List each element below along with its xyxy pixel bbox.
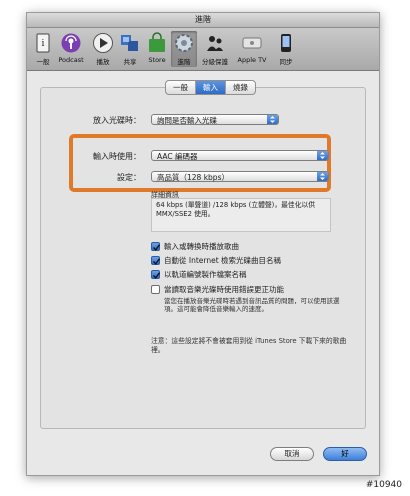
checkbox-play-songs[interactable]: 輸入或轉換時播放歌曲	[151, 241, 239, 252]
checkbox-label: 自動從 Internet 檢索光碟曲目名稱	[164, 256, 282, 265]
checkbox-label: 以軌道編號製作檔案名稱	[164, 270, 247, 279]
advanced-gear-icon	[175, 34, 193, 52]
ok-button[interactable]: 好	[323, 447, 367, 461]
setting-value: 高品質（128 kbps）	[157, 173, 229, 182]
checkbox-label: 當讀取音樂光碟時使用錯誤更正功能	[164, 285, 284, 294]
toolbar-parental[interactable]: 分級保護	[199, 31, 231, 67]
insert-cd-label: 放入光碟時：	[93, 116, 141, 125]
error-correction-note: 當您在播放音樂光碟時若遇到音訊品質的問題，可以使用該選項。這可能會降低音樂輸入的…	[164, 297, 340, 313]
toolbar-general[interactable]: i 一般	[30, 31, 56, 67]
footer-note: 注意：這些設定將不會被套用到從 iTunes Store 下載下來的歌曲裡。	[151, 337, 347, 354]
sharing-icon	[121, 35, 138, 51]
parental-icon	[207, 36, 223, 51]
podcast-icon	[61, 33, 81, 53]
toolbar-label: 共享	[123, 58, 137, 66]
setting-label: 設定：	[117, 173, 141, 182]
sync-icon	[281, 34, 291, 52]
tab-burning[interactable]: 燒錄	[226, 81, 255, 94]
import-using-popup[interactable]: AAC 編碼器	[151, 150, 329, 161]
toolbar-label: Apple TV	[237, 56, 267, 64]
import-using-label: 輸入時使用：	[93, 152, 141, 161]
checkbox-error-correction[interactable]: 當讀取音樂光碟時使用錯誤更正功能	[151, 284, 284, 295]
checkbox-checked[interactable]	[151, 242, 161, 251]
checkbox-checked[interactable]	[151, 270, 161, 279]
details-text: 64 kbps (單聲道) /128 kbps (立體聲)，最佳化以供 MMX/…	[156, 201, 316, 218]
popup-arrows-icon	[317, 151, 328, 160]
toolbar-label: 一般	[36, 58, 50, 66]
checkbox-label: 輸入或轉換時播放歌曲	[164, 242, 239, 251]
toolbar-label: 播放	[96, 58, 110, 66]
insert-cd-value: 詢問是否輸入光碟	[157, 116, 217, 125]
store-icon	[149, 32, 165, 52]
toolbar-label: 同步	[279, 58, 293, 66]
settings-panel: 放入光碟時： 詢問是否輸入光碟 輸入時使用： AAC 編碼器 設定： 高品質（1…	[40, 87, 366, 429]
toolbar-podcast[interactable]: Podcast	[58, 31, 84, 67]
toolbar-label: 分級保護	[202, 58, 228, 66]
insert-cd-popup[interactable]: 詢問是否輸入光碟	[151, 114, 279, 125]
setting-popup[interactable]: 高品質（128 kbps）	[151, 171, 329, 182]
tab-bar: 一般 輸入 燒錄	[165, 80, 256, 95]
popup-arrows-icon	[267, 115, 278, 124]
apple-tv-icon	[242, 37, 262, 49]
checkbox-retrieve-names[interactable]: 自動從 Internet 檢索光碟曲目名稱	[151, 255, 281, 266]
watermark: #10940	[365, 480, 402, 490]
import-using-value: AAC 編碼器	[157, 152, 198, 161]
toolbar-store[interactable]: Store	[144, 31, 170, 67]
preferences-toolbar: i 一般 Podcast 播放 共享 Store 進階 分級保護 Apple T…	[27, 28, 379, 71]
popup-arrows-icon	[317, 172, 328, 181]
checkbox-track-numbers[interactable]: 以軌道編號製作檔案名稱	[151, 269, 247, 280]
toolbar-label: Store	[148, 56, 166, 64]
toolbar-playback[interactable]: 播放	[90, 31, 116, 67]
toolbar-sharing[interactable]: 共享	[117, 31, 143, 67]
toolbar-advanced[interactable]: 進階	[171, 31, 197, 67]
tab-general[interactable]: 一般	[166, 81, 196, 94]
window-title: 進階	[27, 13, 379, 28]
preferences-window: 進階 i 一般 Podcast 播放 共享 Store 進階 分級保護 Appl…	[26, 12, 380, 476]
playback-icon	[93, 33, 113, 53]
preferences-content: 一般 輸入 燒錄 放入光碟時： 詢問是否輸入光碟 輸入時使用： AAC 編碼器	[27, 71, 379, 475]
toolbar-apple-tv[interactable]: Apple TV	[235, 31, 269, 67]
checkbox-checked[interactable]	[151, 256, 161, 265]
toolbar-label: 進階	[177, 58, 191, 66]
general-icon: i	[36, 33, 50, 53]
toolbar-sync[interactable]: 同步	[273, 31, 299, 67]
checkbox-unchecked[interactable]	[151, 285, 160, 294]
tab-import[interactable]: 輸入	[196, 81, 226, 94]
highlight-box	[69, 134, 331, 192]
svg-text:i: i	[42, 39, 45, 49]
cancel-button[interactable]: 取消	[270, 447, 314, 461]
toolbar-label: Podcast	[58, 56, 84, 64]
details-box: 64 kbps (單聲道) /128 kbps (立體聲)，最佳化以供 MMX/…	[151, 198, 331, 232]
